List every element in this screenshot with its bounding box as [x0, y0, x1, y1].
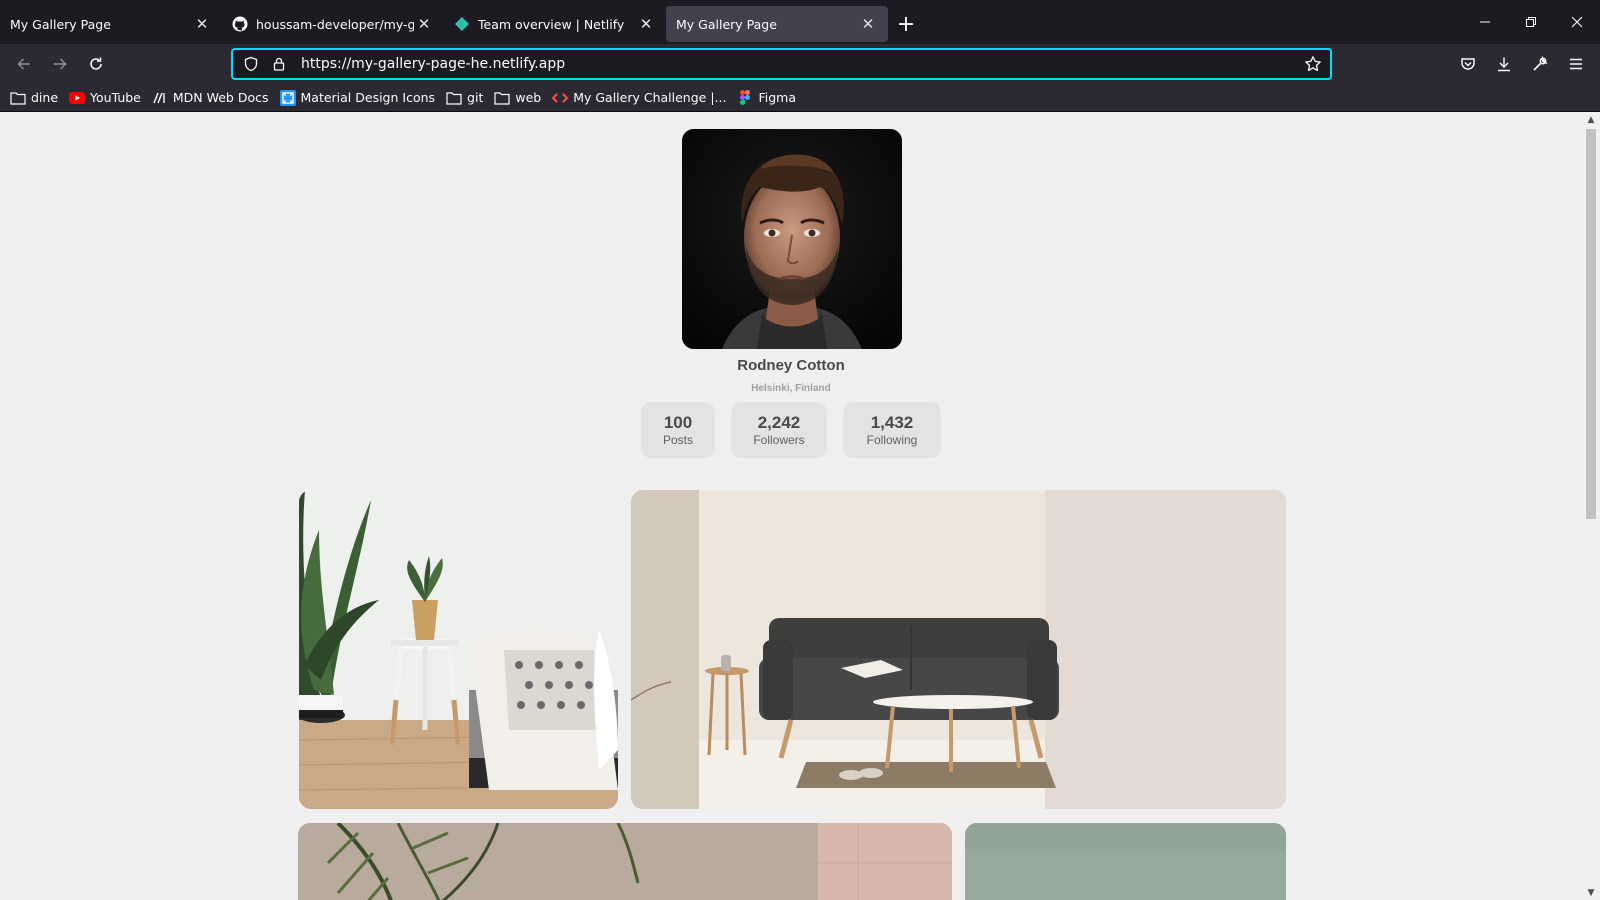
mdn-icon — [152, 90, 168, 106]
stat-value: 100 — [663, 412, 693, 432]
close-icon[interactable]: ✕ — [192, 14, 212, 34]
reload-button[interactable] — [80, 48, 112, 80]
address-bar[interactable]: https://my-gallery-page-he.netlify.app — [231, 48, 1332, 80]
folder-icon — [446, 90, 462, 106]
tab-bar: My Gallery Page ✕ houssam-developer/my-g… — [0, 0, 1600, 44]
sage-green-wall-photo[interactable] — [965, 823, 1286, 900]
tab-title: My Gallery Page — [676, 16, 777, 32]
stat-label: Following — [866, 432, 918, 447]
tab-title: houssam-developer/my-gallery — [256, 16, 414, 32]
profile-stats: 100 Posts 2,242 Followers 1,432 Followin… — [0, 402, 1582, 458]
bookmark-web[interactable]: web — [494, 90, 541, 106]
back-button[interactable] — [8, 48, 40, 80]
stat-followers: 2,242 Followers — [731, 402, 827, 458]
github-icon — [232, 16, 248, 32]
download-icon — [1498, 57, 1510, 72]
close-icon[interactable]: ✕ — [414, 14, 434, 34]
downloads-button[interactable] — [1488, 48, 1520, 80]
new-tab-button[interactable]: + — [888, 6, 924, 42]
scroll-up-icon[interactable]: ▲ — [1582, 113, 1600, 127]
figma-icon — [737, 90, 753, 106]
hamburger-icon — [1570, 58, 1582, 70]
bookmark-gallery-challenge[interactable]: My Gallery Challenge |... — [552, 90, 726, 106]
devchallenges-icon — [552, 90, 569, 106]
lock-icon[interactable] — [267, 52, 291, 76]
scroll-down-icon[interactable]: ▼ — [1582, 886, 1600, 900]
forward-button[interactable] — [44, 48, 76, 80]
pocket-button[interactable] — [1452, 48, 1484, 80]
tab-title: Team overview | Netlify — [478, 16, 625, 32]
bookmark-dine[interactable]: dine — [10, 90, 58, 106]
shield-icon[interactable] — [239, 52, 263, 76]
stat-label: Posts — [662, 432, 693, 447]
reload-icon — [90, 57, 102, 70]
url-text[interactable]: https://my-gallery-page-he.netlify.app — [301, 56, 565, 72]
profile-location: Helsinki, Finland — [751, 383, 831, 394]
bookmarks-toolbar: dine YouTube MDN Web Docs Material Desig… — [0, 84, 1600, 112]
tab-title: My Gallery Page — [10, 16, 111, 32]
folder-icon — [10, 90, 26, 106]
menu-button[interactable] — [1560, 48, 1592, 80]
stat-value: 2,242 — [757, 412, 801, 432]
folder-icon — [494, 90, 510, 106]
profile-avatar — [682, 129, 902, 349]
restore-button[interactable] — [1508, 0, 1554, 44]
bookmark-material-design-icons[interactable]: Material Design Icons — [279, 89, 435, 106]
netlify-icon — [454, 16, 470, 32]
bookmark-star-icon[interactable] — [1302, 53, 1324, 75]
stat-following: 1,432 Following — [843, 402, 941, 458]
bookmark-mdn[interactable]: MDN Web Docs — [152, 90, 269, 106]
close-icon[interactable]: ✕ — [636, 14, 656, 34]
profile-name: Rodney Cotton — [737, 357, 845, 374]
scroll-thumb[interactable] — [1586, 129, 1596, 519]
page-viewport: Rodney Cotton Helsinki, Finland 100 Post… — [0, 113, 1582, 900]
bookmark-youtube[interactable]: YouTube — [69, 90, 141, 106]
forward-arrow-icon — [54, 58, 67, 70]
devtools-button[interactable] — [1524, 48, 1556, 80]
tab-my-gallery-active[interactable]: My Gallery Page ✕ — [666, 6, 888, 42]
wrench-icon — [1533, 56, 1548, 71]
window-close-button[interactable] — [1554, 0, 1600, 44]
plant-side-table-photo[interactable] — [299, 490, 618, 809]
dark-sofa-living-room-photo[interactable] — [631, 490, 1286, 809]
mdi-icon — [279, 89, 296, 106]
back-arrow-icon — [17, 58, 30, 70]
tab-my-gallery-1[interactable]: My Gallery Page ✕ — [0, 6, 222, 42]
navigation-toolbar: https://my-gallery-page-he.netlify.app — [0, 44, 1600, 84]
page-scrollbar[interactable]: ▲ ▼ — [1582, 113, 1600, 900]
bookmark-git[interactable]: git — [446, 90, 483, 106]
stat-posts: 100 Posts — [641, 402, 715, 458]
close-icon[interactable]: ✕ — [858, 14, 878, 34]
minimize-button[interactable] — [1462, 0, 1508, 44]
bookmark-figma[interactable]: Figma — [737, 90, 796, 106]
youtube-icon — [69, 90, 86, 106]
textured-wall-palm-photo[interactable] — [298, 823, 952, 900]
tab-netlify[interactable]: Team overview | Netlify ✕ — [444, 6, 666, 42]
stat-label: Followers — [753, 432, 805, 447]
pocket-icon — [1461, 58, 1475, 70]
stat-value: 1,432 — [870, 412, 914, 432]
tab-github[interactable]: houssam-developer/my-gallery ✕ — [222, 6, 444, 42]
